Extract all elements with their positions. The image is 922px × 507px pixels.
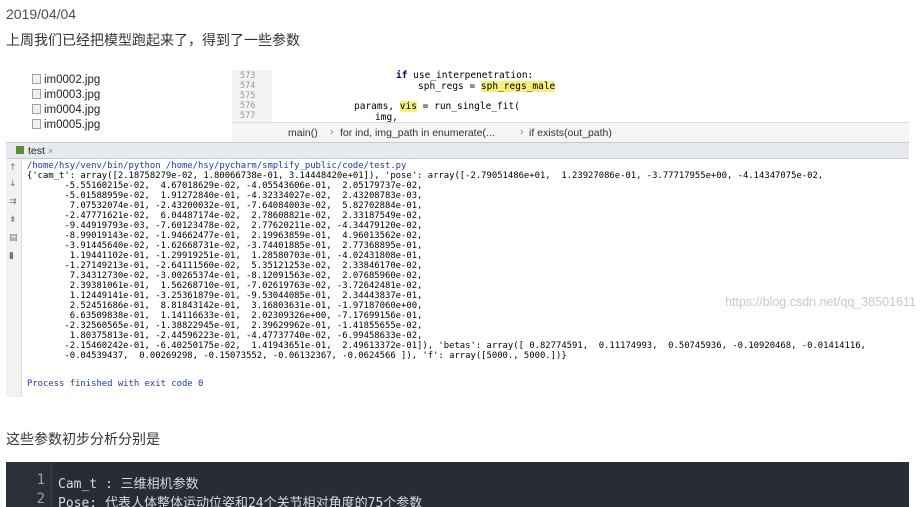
console-output-line: 1.12449141e-01, -3.25361879e-01, -9.5304…: [27, 291, 423, 301]
code-line: if use_interpenetration:: [396, 70, 534, 81]
console-output-line: 7.34312730e-02, -3.00265374e-01, -8.1209…: [27, 271, 423, 281]
console-output-line: -3.91445640e-02, -1.62668731e-02, -3.744…: [27, 241, 423, 251]
process-exit-message: Process finished with exit code 0: [27, 379, 204, 389]
console-toolbar: ↑ ↓ ⇉ ⇟ ▤ ▮: [6, 159, 22, 397]
trash-icon[interactable]: ▮: [9, 251, 14, 261]
project-file-tree: im0002.jpg im0003.jpg im0004.jpg im0005.…: [6, 70, 186, 146]
watermark: https://blog.csdn.net/qq_38501611: [725, 295, 916, 309]
run-tab[interactable]: test ×: [10, 144, 59, 158]
post-date: 2019/04/04: [6, 6, 77, 22]
console-output-line: 1.80375813e-01, -2.44596223e-01, -4.4773…: [27, 331, 423, 341]
breadcrumb-item[interactable]: main(): [288, 127, 318, 139]
chevron-right-icon: ›: [520, 126, 524, 138]
console-output-line: -5.01588959e-02, 1.91272840e-01, -4.3233…: [27, 191, 423, 201]
code-block: 1 2 Cam_t : 三维相机参数 Pose: 代表人体整体运动位姿和24个关…: [6, 462, 909, 507]
console-output-line: -8.99019143e-02, -1.94662477e-01, 2.1996…: [27, 231, 423, 241]
console-output-line: 2.52451686e-01, 8.81843142e-01, 3.168036…: [27, 301, 423, 311]
console-command: /home/hsy/venv/bin/python /home/hsy/pych…: [27, 161, 407, 171]
file-item[interactable]: im0002.jpg: [32, 74, 100, 86]
image-file-icon: [32, 104, 41, 114]
editor-breadcrumb: main() › for ind, img_path in enumerate(…: [232, 122, 909, 142]
console-output-line: -5.55160215e-02, 4.67018629e-02, -4.0554…: [27, 181, 423, 191]
code-line-number: 2: [36, 491, 45, 507]
line-number: 573: [240, 71, 256, 81]
console-output-line: -0.04539437, 0.00269298, -0.15073552, -0…: [27, 351, 567, 361]
code-editor[interactable]: 573 574 575 576 577 if use_interpenetrat…: [232, 70, 909, 123]
console-output-line: 1.19441102e-01, -1.29919251e-01, 1.28580…: [27, 251, 423, 261]
console-output-line: -1.27149213e-01, -2.64111560e-02, 5.3512…: [27, 261, 423, 271]
console-output-line: -2.15460242e-01, -6.40250175e-02, 1.4194…: [27, 341, 866, 351]
chevron-right-icon: ›: [330, 126, 334, 138]
code-line: params, vis = run_single_fit(: [354, 101, 520, 112]
code-block-line: Pose: 代表人体整体运动位姿和24个关节相对角度的75个参数: [58, 496, 423, 507]
console-output-line: 2.39381061e-01, 1.56268710e-01, -7.02619…: [27, 281, 423, 291]
ide-screenshot: im0002.jpg im0003.jpg im0004.jpg im0005.…: [6, 70, 909, 397]
code-line: sph_regs = sph_regs_male: [418, 81, 556, 92]
console-output-line: 6.63509838e-01, 1.14116633e-01, 2.023093…: [27, 311, 423, 321]
line-number: 576: [240, 101, 256, 111]
run-tool-window-header: test ×: [6, 142, 909, 159]
post-intro: 上周我们已经把模型跑起来了，得到了一些参数: [6, 33, 300, 49]
console-output-line: -9.44919793e-03, -7.60123478e-02, 2.7762…: [27, 221, 423, 231]
arrow-down-icon[interactable]: ↓: [9, 179, 17, 189]
line-number: 574: [240, 81, 256, 91]
soft-wrap-icon[interactable]: ⇉: [9, 197, 17, 207]
console-output-line: -2.32560565e-01, -1.38822945e-01, 2.3962…: [27, 321, 423, 331]
file-item[interactable]: im0004.jpg: [32, 104, 100, 116]
image-file-icon: [32, 89, 41, 99]
image-file-icon: [32, 74, 41, 84]
print-icon[interactable]: ▤: [9, 233, 18, 243]
file-item[interactable]: im0005.jpg: [32, 119, 100, 131]
console-output-line: 7.07532074e-01, -2.43200032e-01, -7.6408…: [27, 201, 423, 211]
close-icon[interactable]: ×: [48, 146, 53, 156]
python-run-icon: [16, 146, 24, 154]
line-number-gutter: 573 574 575 576 577: [232, 70, 272, 122]
console-output-line: -2.47771621e-02, 6.04487174e-02, 2.78608…: [27, 211, 423, 221]
line-number: 577: [240, 111, 256, 121]
code-block-gutter: 1 2: [6, 462, 52, 507]
breadcrumb-item[interactable]: for ind, img_path in enumerate(...: [340, 127, 495, 139]
image-file-icon: [32, 119, 41, 129]
analysis-heading: 这些参数初步分析分别是: [6, 432, 160, 448]
line-number: 575: [240, 91, 256, 101]
run-console-output: /home/hsy/venv/bin/python /home/hsy/pych…: [24, 159, 909, 397]
breadcrumb-item[interactable]: if exists(out_path): [529, 127, 612, 139]
arrow-up-icon[interactable]: ↑: [9, 163, 17, 173]
code-line-number: 1: [36, 472, 45, 488]
file-item[interactable]: im0003.jpg: [32, 89, 100, 101]
scroll-to-end-icon[interactable]: ⇟: [9, 215, 17, 225]
console-output-line: {'cam_t': array([2.18758279e-02, 1.80066…: [27, 171, 824, 181]
code-block-line: Cam_t : 三维相机参数: [58, 477, 199, 492]
